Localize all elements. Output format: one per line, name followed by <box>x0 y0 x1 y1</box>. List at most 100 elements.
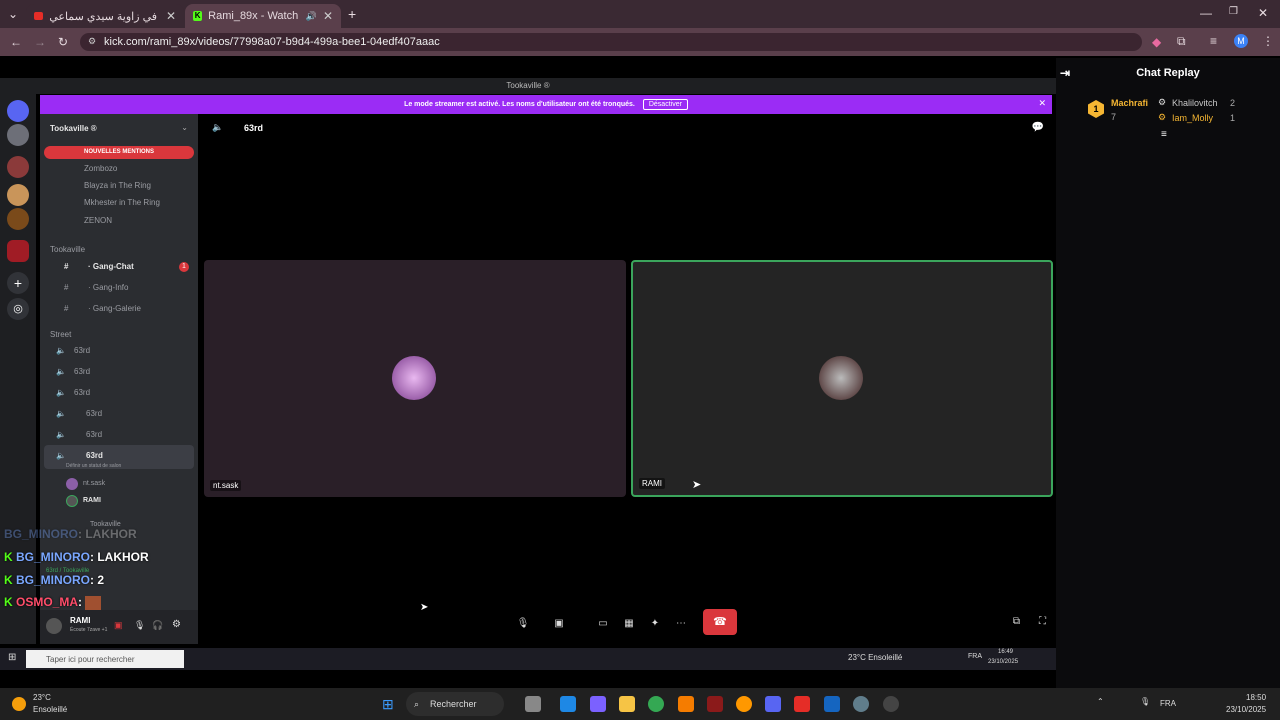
explore-icon[interactable]: ◎ <box>7 298 29 320</box>
headphones-icon[interactable]: 🎧 <box>152 620 163 631</box>
stream-lang: FRA <box>968 653 982 660</box>
voice-channel[interactable]: 63rd <box>74 346 90 355</box>
channel-item[interactable]: ZENON <box>84 216 112 225</box>
discord-icon[interactable] <box>765 696 781 712</box>
text-channel-gang-info[interactable]: · Gang-Info <box>88 283 128 292</box>
extension-shield-icon[interactable]: ◆ <box>1152 35 1161 49</box>
server-icon[interactable] <box>7 240 29 262</box>
banner-close-icon[interactable]: ✕ <box>1038 98 1046 109</box>
leader-name[interactable]: Machrafi <box>1111 98 1148 108</box>
activities-icon[interactable]: ▦ <box>619 614 639 634</box>
tab-search-icon[interactable]: ⌄ <box>8 7 18 21</box>
server-icon[interactable] <box>7 208 29 230</box>
server-icon[interactable] <box>7 184 29 206</box>
channel-item[interactable]: Mkhester in The Ring <box>84 198 160 207</box>
voice-channel[interactable]: 63rd <box>86 409 102 418</box>
windows-start-icon[interactable]: ⊞ <box>382 696 394 713</box>
site-info-icon[interactable]: ⚙ <box>88 36 96 47</box>
audio-icon[interactable]: 🔊 <box>306 11 317 22</box>
mic-icon[interactable]: 🎙 <box>134 620 145 631</box>
app-icon[interactable] <box>525 696 541 712</box>
chat-message: : LAKHOR <box>78 527 137 541</box>
language-indicator[interactable]: FRA <box>1160 699 1176 708</box>
channel-status[interactable]: Définir un statut de salon <box>66 463 121 469</box>
voice-channel[interactable]: 63rd <box>86 430 102 439</box>
app-icon[interactable] <box>707 696 723 712</box>
restore-icon[interactable]: ❐ <box>1229 6 1238 17</box>
voice-member[interactable]: RAMI <box>83 497 101 504</box>
tab-2[interactable]: K Rami_89x - Watch the VOD 🔊 ✕ <box>185 4 341 28</box>
close-window-icon[interactable]: ✕ <box>1258 6 1268 20</box>
camera-off-icon[interactable]: ▣ <box>549 614 569 634</box>
weather-temp[interactable]: 23°C <box>33 693 51 702</box>
back-icon[interactable]: ← <box>10 35 22 49</box>
avatar[interactable] <box>46 618 62 634</box>
leader-name[interactable]: Khalilovitch <box>1172 98 1218 108</box>
server-icon[interactable] <box>7 156 29 178</box>
hash-icon: # <box>64 304 69 313</box>
chevron-up-icon[interactable]: ⌃ <box>1097 697 1104 706</box>
url-bar[interactable]: ⚙ kick.com/rami_89x/videos/77998a07-b9d4… <box>80 33 1142 51</box>
chrome-icon[interactable] <box>648 696 664 712</box>
expand-leaderboard-icon[interactable]: ≡ <box>1161 129 1167 140</box>
clock-time[interactable]: 18:50 <box>1246 693 1266 702</box>
mic-icon[interactable]: 🎙 <box>513 614 533 634</box>
text-channel-gang-chat[interactable]: · Gang-Chat <box>88 262 134 271</box>
app-icon[interactable] <box>736 696 752 712</box>
settings-gear-icon[interactable]: ⚙ <box>172 619 181 630</box>
user-name: RAMI <box>70 616 91 625</box>
profile-avatar[interactable]: M <box>1234 34 1248 48</box>
tab-1[interactable]: يوم كامل في زاوية سيدي سماعي ✕ <box>26 4 184 28</box>
copilot-icon[interactable] <box>590 696 606 712</box>
mic-icon[interactable]: 🎙 <box>1140 697 1150 706</box>
soundboard-icon[interactable]: ✦ <box>645 614 665 634</box>
tab-1-close-icon[interactable]: ✕ <box>166 9 176 23</box>
channel-item[interactable]: Zombozo <box>84 164 117 173</box>
category-street[interactable]: Street <box>50 330 71 339</box>
category-tookaville[interactable]: Tookaville <box>50 245 85 254</box>
reading-list-icon[interactable]: ≡ <box>1210 34 1217 48</box>
more-options-icon[interactable]: ⋯ <box>671 614 691 634</box>
minimize-icon[interactable]: — <box>1200 6 1212 20</box>
chat-replay-panel <box>1056 58 1280 688</box>
app-icon[interactable] <box>678 696 694 712</box>
camera-off-icon[interactable]: ▣ <box>114 620 123 631</box>
end-call-button[interactable]: ☎ <box>703 609 737 635</box>
tab-2-close-icon[interactable]: ✕ <box>323 9 333 23</box>
fullscreen-icon[interactable]: ⛶ <box>1039 616 1046 627</box>
menu-kebab-icon[interactable]: ⋮ <box>1262 34 1274 48</box>
dm-home-icon[interactable] <box>7 100 29 122</box>
weather-desc[interactable]: Ensoleillé <box>33 705 67 714</box>
screen-share-icon[interactable]: ▭ <box>593 614 613 634</box>
chat-bubble-icon[interactable]: 💬 <box>1032 122 1044 133</box>
new-mentions-pill[interactable]: NOUVELLES MENTIONS <box>44 146 194 159</box>
clock-date[interactable]: 23/10/2025 <box>1226 705 1266 714</box>
server-icon[interactable] <box>7 124 29 146</box>
add-server-icon[interactable]: + <box>7 272 29 294</box>
settings-gear-icon[interactable] <box>853 696 869 712</box>
app-icon[interactable] <box>883 696 899 712</box>
youtube-icon[interactable] <box>794 696 810 712</box>
chevron-down-icon[interactable]: ⌄ <box>181 123 188 132</box>
app-icon[interactable] <box>560 696 576 712</box>
extensions-icon[interactable]: ⧉ <box>1177 34 1186 49</box>
file-explorer-icon[interactable] <box>619 696 635 712</box>
voice-channel-active[interactable]: 63rd <box>86 451 103 460</box>
voice-member[interactable]: nt.sask <box>83 480 105 487</box>
notepad-icon[interactable] <box>824 696 840 712</box>
new-tab-button[interactable]: + <box>348 6 356 22</box>
video-tile-2[interactable]: RAMI <box>631 260 1053 497</box>
server-name[interactable]: Tookaville ® <box>50 124 97 133</box>
taskbar-search[interactable]: ⌕ Rechercher <box>406 692 504 716</box>
forward-icon[interactable]: → <box>34 35 46 49</box>
voice-channel[interactable]: 63rd <box>74 367 90 376</box>
video-tile-1[interactable]: nt.sask <box>204 260 626 497</box>
voice-channel[interactable]: 63rd <box>74 388 90 397</box>
leader-name[interactable]: Iam_Molly <box>1172 113 1213 123</box>
channel-item[interactable]: Blayza in The Ring <box>84 181 151 190</box>
text-channel-gang-galerie[interactable]: · Gang-Galerie <box>88 304 141 313</box>
collapse-chat-icon[interactable]: ⇥ <box>1060 58 1070 88</box>
disable-streamer-button[interactable]: Désactiver <box>642 99 688 110</box>
reload-icon[interactable]: ↻ <box>58 35 68 49</box>
popout-icon[interactable]: ⧉ <box>1013 616 1020 627</box>
